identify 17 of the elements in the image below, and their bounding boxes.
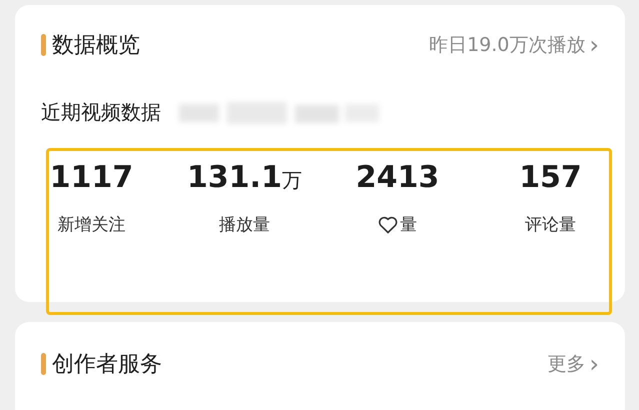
accent-bar (41, 353, 46, 375)
stat-unit: 万 (282, 167, 302, 194)
stat-value: 1117 (50, 160, 134, 195)
section-subtitle: 近期视频数据 (41, 99, 161, 126)
more-link[interactable]: 更多 › (547, 351, 599, 377)
stat-label: 播放量 (219, 214, 270, 236)
section-title: 数据概览 (52, 32, 140, 60)
stat-value: 2413 (356, 160, 440, 195)
stat-label: 量 (400, 214, 417, 236)
heart-icon (378, 216, 398, 234)
stat-value: 131.1 (187, 160, 282, 195)
stat-label: 新增关注 (58, 214, 126, 236)
accent-bar (41, 34, 46, 56)
plays-link[interactable]: 昨日19.0万次播放 › (429, 32, 599, 58)
section-title: 创作者服务 (52, 351, 162, 379)
stat-label: 评论量 (525, 214, 576, 236)
stat-value: 157 (519, 160, 582, 195)
